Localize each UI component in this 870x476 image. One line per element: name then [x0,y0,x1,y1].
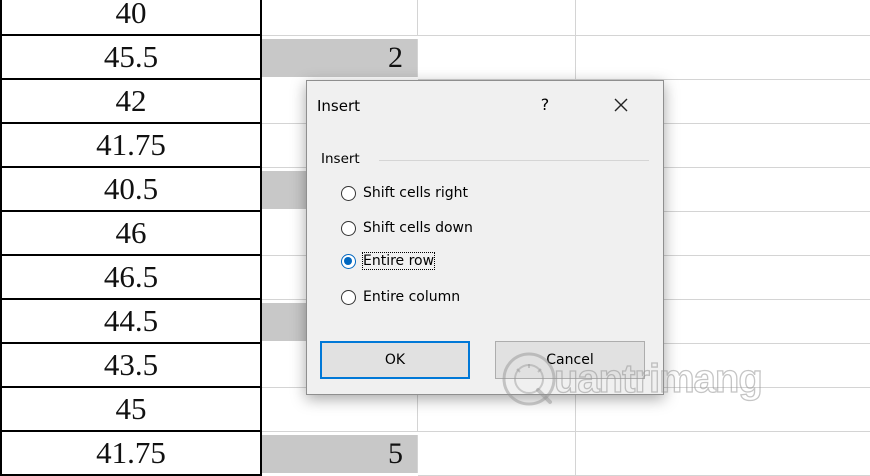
option-shift-cells-down[interactable]: Shift cells down [341,217,473,239]
cell-column-b[interactable]: 2 [262,39,418,77]
cell-column-a[interactable]: 40.5 [0,168,262,212]
sheet-row: 40 [0,0,870,36]
insert-dialog: Insert ? Insert Shift cells right Shift … [306,80,664,395]
cell-column-a[interactable]: 40 [0,0,262,36]
close-button[interactable] [607,91,635,119]
radio-button[interactable] [341,220,356,236]
group-divider [379,160,649,161]
cell-column-a[interactable]: 41.75 [0,124,262,168]
cell-column-a[interactable]: 45 [0,388,262,432]
option-label: Entire row [361,252,436,270]
option-label: Shift cells right [363,185,468,201]
cell-column-d[interactable] [576,0,870,36]
cell-column-a[interactable]: 46.5 [0,256,262,300]
radio-button[interactable] [341,185,356,201]
option-label: Shift cells down [363,220,473,236]
cell-column-c[interactable] [418,0,576,36]
cancel-button[interactable]: Cancel [495,341,645,379]
cell-column-b[interactable]: 5 [262,435,418,473]
option-entire-row[interactable]: Entire row [341,250,436,272]
option-label: Entire column [363,289,461,305]
cell-column-a[interactable]: 44.5 [0,300,262,344]
cell-column-a[interactable]: 45.5 [0,36,262,80]
cell-column-a[interactable]: 46 [0,212,262,256]
cell-column-c[interactable] [418,36,576,80]
cell-column-c[interactable] [418,432,576,476]
cell-column-d[interactable] [576,432,870,476]
cell-column-a[interactable]: 42 [0,80,262,124]
cell-column-d[interactable] [576,36,870,80]
cell-column-a[interactable]: 43.5 [0,344,262,388]
sheet-row: 45.5 2 [0,36,870,80]
close-icon [614,98,628,112]
group-label: Insert [321,151,360,167]
sheet-row: 41.75 5 [0,432,870,476]
cell-column-b[interactable] [262,0,418,36]
option-shift-cells-right[interactable]: Shift cells right [341,182,468,204]
radio-button-selected[interactable] [341,253,356,269]
option-entire-column[interactable]: Entire column [341,286,460,308]
ok-button[interactable]: OK [320,341,470,379]
help-button[interactable]: ? [535,95,555,115]
dialog-title: Insert [317,97,361,115]
cell-column-a[interactable]: 41.75 [0,432,262,476]
radio-button[interactable] [341,289,356,305]
